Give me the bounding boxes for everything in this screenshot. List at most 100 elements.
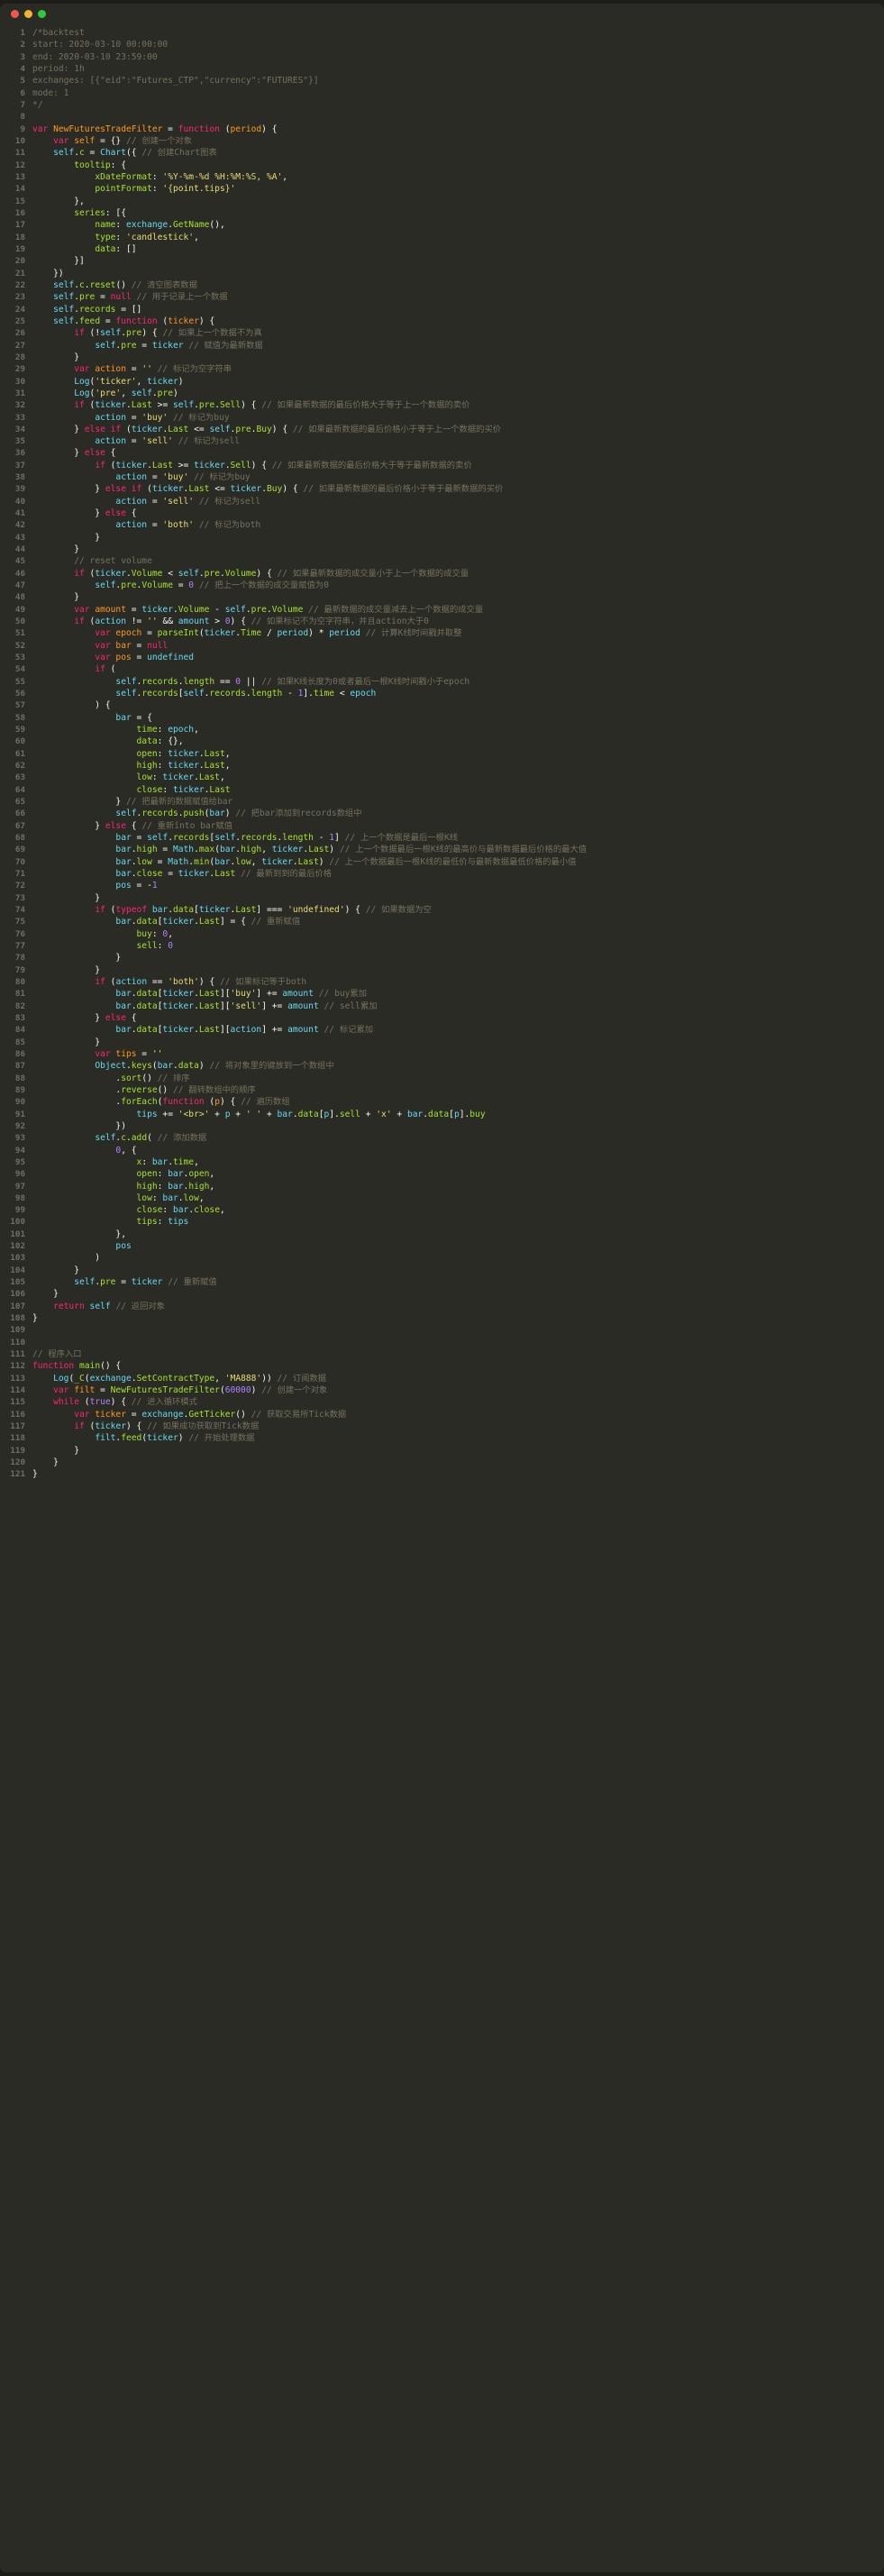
code-line[interactable]: 74 if (typeof bar.data[ticker.Last] === …	[0, 904, 884, 916]
code-line[interactable]: 89 .reverse() // 翻转数组中的顺序	[0, 1084, 884, 1096]
code-line[interactable]: 100 tips: tips	[0, 1216, 884, 1228]
code-line[interactable]: 2 start: 2020-03-10 00:00:00	[0, 39, 884, 50]
code-line[interactable]: 84 bar.data[ticker.Last][action] += amou…	[0, 1024, 884, 1036]
code-line[interactable]: 121}	[0, 1468, 884, 1480]
code-line[interactable]: 16 series: [{	[0, 207, 884, 219]
code-line[interactable]: 47 self.pre.Volume = 0 // 把上一个数据的成交量赋值为0	[0, 580, 884, 591]
code-line[interactable]: 81 bar.data[ticker.Last]['buy'] += amoun…	[0, 988, 884, 1000]
code-line[interactable]: 19 data: []	[0, 243, 884, 255]
code-line[interactable]: 28 }	[0, 352, 884, 363]
code-line[interactable]: 57 ) {	[0, 699, 884, 711]
code-line[interactable]: 25 self.feed = function (ticker) {	[0, 315, 884, 327]
code-line[interactable]: 13 xDateFormat: '%Y-%m-%d %H:%M:%S, %A',	[0, 171, 884, 183]
code-line[interactable]: 53 var pos = undefined	[0, 652, 884, 663]
code-line[interactable]: 120 }	[0, 1457, 884, 1468]
code-line[interactable]: 108}	[0, 1312, 884, 1324]
code-line[interactable]: 46 if (ticker.Volume < self.pre.Volume) …	[0, 568, 884, 580]
code-line[interactable]: 48 }	[0, 591, 884, 603]
code-line[interactable]: 110	[0, 1337, 884, 1348]
code-line[interactable]: 64 close: ticker.Last	[0, 784, 884, 796]
code-line[interactable]: 86 var tips = ''	[0, 1048, 884, 1060]
code-line[interactable]: 69 bar.high = Math.max(bar.high, ticker.…	[0, 844, 884, 855]
code-line[interactable]: 94 0, {	[0, 1145, 884, 1156]
code-line[interactable]: 11 self.c = Chart({ // 创建Chart图表	[0, 147, 884, 159]
code-line[interactable]: 59 time: epoch,	[0, 724, 884, 735]
code-line[interactable]: 71 bar.close = ticker.Last // 最新到到的最后价格	[0, 868, 884, 880]
code-line[interactable]: 106 }	[0, 1288, 884, 1300]
code-line[interactable]: 4 period: 1h	[0, 63, 884, 75]
code-line[interactable]: 26 if (!self.pre) { // 如果上一个数据不为真	[0, 327, 884, 339]
code-line[interactable]: 9 var NewFuturesTradeFilter = function (p…	[0, 123, 884, 135]
minimize-button[interactable]	[24, 10, 32, 18]
code-line[interactable]: 99 close: bar.close,	[0, 1204, 884, 1216]
code-line[interactable]: 117 if (ticker) { // 如果成功获取到Tick数据	[0, 1420, 884, 1432]
code-line[interactable]: 75 bar.data[ticker.Last] = { // 重新赋值	[0, 916, 884, 927]
code-line[interactable]: 54 if (	[0, 663, 884, 675]
code-line[interactable]: 78 }	[0, 952, 884, 964]
code-line[interactable]: 56 self.records[self.records.length - 1]…	[0, 688, 884, 699]
code-line[interactable]: 50 if (action != '' && amount > 0) { // …	[0, 616, 884, 627]
code-line[interactable]: 58 bar = {	[0, 712, 884, 724]
code-line[interactable]: 1 /*backtest	[0, 27, 884, 39]
code-line[interactable]: 116 var ticker = exchange.GetTicker() //…	[0, 1409, 884, 1420]
code-line[interactable]: 41 } else {	[0, 507, 884, 519]
code-line[interactable]: 83 } else {	[0, 1012, 884, 1024]
code-line[interactable]: 43 }	[0, 532, 884, 544]
code-line[interactable]: 52 var bar = null	[0, 640, 884, 652]
code-line[interactable]: 82 bar.data[ticker.Last]['sell'] += amou…	[0, 1000, 884, 1012]
code-line[interactable]: 39 } else if (ticker.Last <= ticker.Buy)…	[0, 483, 884, 495]
code-line[interactable]: 73 }	[0, 892, 884, 904]
code-line[interactable]: 27 self.pre = ticker // 赋值为最新数据	[0, 340, 884, 352]
code-line[interactable]: 6 mode: 1	[0, 87, 884, 99]
code-line[interactable]: 114 var filt = NewFuturesTradeFilter(600…	[0, 1384, 884, 1396]
code-line[interactable]: 49 var amount = ticker.Volume - self.pre…	[0, 604, 884, 616]
code-line[interactable]: 113 Log(_C(exchange.SetContractType, 'MA…	[0, 1373, 884, 1384]
code-line[interactable]: 15 },	[0, 196, 884, 207]
code-line[interactable]: 98 low: bar.low,	[0, 1192, 884, 1204]
code-line[interactable]: 95 x: bar.time,	[0, 1156, 884, 1168]
code-line[interactable]: 23 self.pre = null // 用于记录上一个数据	[0, 291, 884, 303]
close-button[interactable]	[11, 10, 19, 18]
code-line[interactable]: 45 // reset volume	[0, 555, 884, 567]
code-line[interactable]: 33 action = 'buy' // 标记为buy	[0, 412, 884, 424]
code-line[interactable]: 88 .sort() // 排序	[0, 1073, 884, 1084]
code-line[interactable]: 21 })	[0, 268, 884, 279]
code-line[interactable]: 67 } else { // 重新înto bar赋值	[0, 820, 884, 832]
code-line[interactable]: 90 .forEach(function (p) { // 遍历数组	[0, 1096, 884, 1108]
code-line[interactable]: 22 self.c.reset() // 清空图表数据	[0, 279, 884, 291]
code-line[interactable]: 85 }	[0, 1037, 884, 1048]
code-line[interactable]: 111 // 程序入口	[0, 1348, 884, 1360]
code-line[interactable]: 115 while (true) { // 进入循环模式	[0, 1396, 884, 1408]
code-line[interactable]: 105 self.pre = ticker // 重新赋值	[0, 1276, 884, 1288]
code-line[interactable]: 38 action = 'buy' // 标记为buy	[0, 471, 884, 483]
code-line[interactable]: 8	[0, 111, 884, 123]
code-line[interactable]: 34 } else if (ticker.Last <= self.pre.Bu…	[0, 424, 884, 435]
code-line[interactable]: 20 }]	[0, 255, 884, 267]
code-line[interactable]: 87 Object.keys(bar.data) // 将对象里的键放到一个数组…	[0, 1060, 884, 1072]
code-line[interactable]: 37 if (ticker.Last >= ticker.Sell) { // …	[0, 460, 884, 471]
code-line[interactable]: 68 bar = self.records[self.records.lengt…	[0, 832, 884, 844]
code-line[interactable]: 76 buy: 0,	[0, 928, 884, 940]
code-line[interactable]: 102 pos	[0, 1240, 884, 1252]
window-titlebar[interactable]	[0, 4, 884, 23]
code-line[interactable]: 7 */	[0, 99, 884, 111]
code-line[interactable]: 101 },	[0, 1229, 884, 1240]
code-line[interactable]: 3 end: 2020-03-10 23:59:00	[0, 51, 884, 63]
code-line[interactable]: 51 var epoch = parseInt(ticker.Time / pe…	[0, 627, 884, 639]
code-line[interactable]: 12 tooltip: {	[0, 160, 884, 171]
code-line[interactable]: 119 }	[0, 1445, 884, 1457]
code-line[interactable]: 10 var self = {} // 创建一个对象	[0, 135, 884, 147]
code-line[interactable]: 65 } // 把最新的数据赋值给bar	[0, 796, 884, 808]
code-line[interactable]: 103 )	[0, 1252, 884, 1264]
code-line[interactable]: 72 pos = -1	[0, 880, 884, 891]
code-line[interactable]: 93 self.c.add( // 添加数据	[0, 1132, 884, 1144]
code-line[interactable]: 35 action = 'sell' // 标记为sell	[0, 435, 884, 447]
code-line[interactable]: 107 return self // 返回对象	[0, 1301, 884, 1312]
maximize-button[interactable]	[38, 10, 46, 18]
code-line[interactable]: 36 } else {	[0, 447, 884, 459]
code-line[interactable]: 70 bar.low = Math.min(bar.low, ticker.La…	[0, 856, 884, 868]
code-line[interactable]: 109	[0, 1324, 884, 1336]
code-line[interactable]: 91 tips += '<br>' + p + ' ' + bar.data[p…	[0, 1109, 884, 1120]
code-line[interactable]: 112 function main() {	[0, 1360, 884, 1372]
code-line[interactable]: 29 var action = '' // 标记为空字符串	[0, 363, 884, 375]
